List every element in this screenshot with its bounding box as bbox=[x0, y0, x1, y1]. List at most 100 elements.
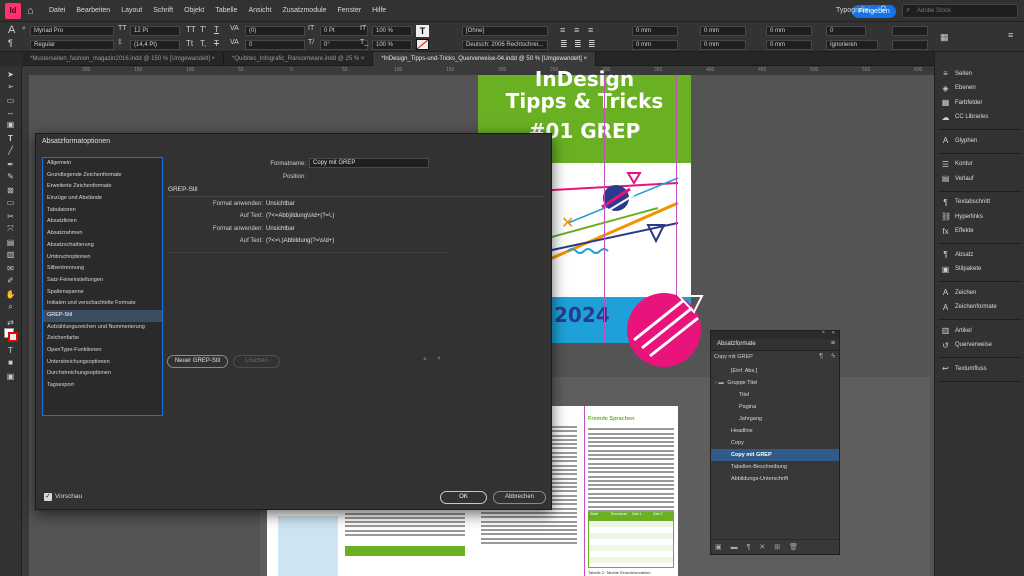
text-fill-icon[interactable]: T bbox=[416, 25, 429, 37]
panel-kontur[interactable]: ☰ Kontur bbox=[941, 160, 973, 169]
align-center-icon[interactable]: ≡ bbox=[574, 25, 579, 35]
content-collector-icon[interactable]: ▣ bbox=[3, 120, 18, 130]
paragraph-style-item[interactable]: Headline bbox=[711, 425, 839, 437]
category-item[interactable]: Aufzählungszeichen und Nummerierung bbox=[43, 322, 162, 334]
workspace-switcher[interactable]: Typografie ⌄ bbox=[836, 6, 877, 14]
gradient-tool-icon[interactable]: ▤ bbox=[3, 238, 18, 248]
preview-checkbox[interactable]: ✓ bbox=[44, 493, 52, 501]
type-tool-icon[interactable]: T bbox=[3, 134, 18, 144]
clear-icon[interactable]: ✕ bbox=[759, 543, 765, 551]
panel-absatz[interactable]: ¶ Absatz bbox=[941, 250, 973, 259]
strikethrough-icon[interactable]: T bbox=[214, 39, 219, 48]
cancel-button[interactable]: Abbrechen bbox=[493, 491, 546, 504]
category-item[interactable]: Tagsexport bbox=[43, 380, 162, 392]
stroke-swatch-icon[interactable] bbox=[8, 332, 18, 342]
justify-center-icon[interactable]: ≣ bbox=[574, 39, 582, 50]
font-style-field[interactable]: Regular bbox=[30, 40, 114, 50]
columns-field[interactable] bbox=[892, 26, 928, 36]
align-left-icon[interactable]: ≡ bbox=[560, 25, 565, 35]
all-caps-icon[interactable]: TT bbox=[186, 25, 196, 34]
note-tool-icon[interactable]: ✉ bbox=[3, 264, 18, 274]
subscript-icon[interactable]: T, bbox=[200, 39, 206, 48]
rectangle-frame-tool-icon[interactable]: ⊠ bbox=[3, 186, 18, 196]
collapse-icon[interactable]: « bbox=[832, 330, 835, 336]
scissors-tool-icon[interactable]: ✂ bbox=[3, 212, 18, 222]
space-after-field[interactable]: 0 mm bbox=[766, 40, 812, 50]
align-right-icon[interactable]: ≡ bbox=[588, 25, 593, 35]
on-text-value[interactable]: (?<=\.)Abbildung(?=\s\d+) bbox=[266, 238, 334, 244]
panel-title[interactable]: Absatzformate bbox=[717, 341, 756, 347]
superscript-icon[interactable]: T' bbox=[200, 25, 206, 34]
on-text-value[interactable]: (?<=Abb)ildung\s\d+(?=\.) bbox=[266, 213, 334, 219]
gap-tool-icon[interactable]: ↔ bbox=[3, 108, 18, 118]
lightning-icon[interactable]: ϟ bbox=[831, 353, 835, 360]
category-item[interactable]: Silbentrennung bbox=[43, 263, 162, 275]
text-stroke-icon[interactable] bbox=[416, 39, 429, 50]
swap-colors-icon[interactable]: ⇄ bbox=[3, 318, 18, 328]
close-tab-icon[interactable]: × bbox=[359, 56, 365, 62]
panel-stilpakete[interactable]: ▣ Stilpakete bbox=[941, 265, 982, 274]
menu-item-layout[interactable]: Layout bbox=[121, 7, 142, 14]
search-input[interactable]: Adobe Stock bbox=[902, 4, 1018, 18]
paragraph-style-item[interactable]: Jahrgang bbox=[711, 413, 839, 425]
line-tool-icon[interactable]: ╱ bbox=[3, 146, 18, 156]
last-line-indent-field[interactable]: 0 mm bbox=[700, 40, 746, 50]
document-tab[interactable]: *InDesign_Tipps-und-Tricks_Querverweise-… bbox=[373, 52, 596, 66]
category-item[interactable]: Durchstreichungsoptionen bbox=[43, 368, 162, 380]
paragraph-style-item[interactable]: [Einf. Abs.] bbox=[711, 365, 839, 377]
category-item[interactable]: Grundlegende Zeichenformate bbox=[43, 170, 162, 182]
free-transform-tool-icon[interactable]: ⤧ bbox=[3, 224, 18, 234]
close-tab-icon[interactable]: × bbox=[210, 56, 216, 62]
category-item[interactable]: GREP-Stil bbox=[43, 309, 162, 322]
document-tab[interactable]: *Quibitec_Infografic_Ransomware.indd @ 2… bbox=[224, 52, 374, 66]
panel-effekte[interactable]: fx Effekte bbox=[941, 227, 973, 236]
left-indent-field[interactable]: 0 mm bbox=[632, 26, 678, 36]
gradient-feather-tool-icon[interactable]: ▥ bbox=[3, 250, 18, 260]
grep-style-entry[interactable]: Format anwenden: Unsichtbar Auf Text: (?… bbox=[168, 226, 450, 250]
panel-titlebar[interactable]: « × bbox=[711, 330, 839, 339]
apply-format-value[interactable]: Unsichtbar bbox=[266, 201, 295, 207]
delete-button[interactable]: Löschen bbox=[233, 355, 280, 368]
menu-item-tabelle[interactable]: Tabelle bbox=[215, 7, 237, 14]
vertical-scale-field[interactable]: 100 % bbox=[372, 26, 412, 36]
leading-field[interactable]: (14,4 Pt) bbox=[130, 40, 180, 50]
font-family-field[interactable]: Myriad Pro bbox=[30, 26, 114, 36]
tracking-field[interactable]: 0 bbox=[245, 40, 305, 50]
paragraph-style-item[interactable]: Pagina bbox=[711, 401, 839, 413]
grid-align-icon[interactable]: ▦ bbox=[940, 32, 949, 43]
home-icon[interactable]: ⌂ bbox=[27, 5, 39, 17]
character-style-field[interactable]: [Ohne] bbox=[462, 26, 548, 36]
category-item[interactable]: Unterstreichungsoptionen bbox=[43, 357, 162, 369]
format-name-input[interactable]: Copy mit GREP bbox=[309, 158, 429, 168]
hand-tool-icon[interactable]: ✋ bbox=[3, 290, 18, 300]
span-field[interactable] bbox=[892, 40, 928, 50]
panel-artikel[interactable]: ▥ Artikel bbox=[941, 326, 972, 335]
character-mode-icon[interactable]: A bbox=[8, 24, 15, 36]
category-item[interactable]: Satz-Feineinstellungen bbox=[43, 275, 162, 287]
category-item[interactable]: Allgemein bbox=[43, 158, 162, 170]
close-tab-icon[interactable]: × bbox=[582, 56, 587, 62]
font-size-field[interactable]: 12 Pt bbox=[130, 26, 180, 36]
paragraph-style-item[interactable]: Tabellen-Beschreibung bbox=[711, 461, 839, 473]
menu-item-hilfe[interactable]: Hilfe bbox=[372, 7, 386, 14]
panel-glyphen[interactable]: A Glyphen bbox=[941, 136, 978, 145]
apply-color-icon[interactable]: ■ bbox=[3, 358, 18, 368]
category-item[interactable]: Absatzlinien bbox=[43, 216, 162, 228]
apply-format-value[interactable]: Unsichtbar bbox=[266, 226, 295, 232]
panel-zeichen[interactable]: A Zeichen bbox=[941, 288, 977, 297]
language-field[interactable]: Deutsch: 2006 Rechtschrei... bbox=[462, 40, 548, 50]
paragraph-style-item[interactable]: Titel bbox=[711, 389, 839, 401]
justify-left-icon[interactable]: ≣ bbox=[560, 39, 568, 50]
panel-menu-icon[interactable]: ≡ bbox=[1008, 30, 1013, 40]
category-item[interactable]: OpenType-Funktionen bbox=[43, 345, 162, 357]
arrange-icon[interactable]: ⚲ bbox=[880, 4, 887, 15]
direct-selection-tool-icon[interactable]: ➢ bbox=[3, 82, 18, 92]
panel-farbfelder[interactable]: ▦ Farbfelder bbox=[941, 98, 983, 107]
close-icon[interactable]: × bbox=[821, 330, 825, 336]
right-indent-field[interactable]: 0 mm bbox=[700, 26, 746, 36]
new-grep-style-button[interactable]: Neuer GREP-Stil bbox=[167, 355, 228, 368]
delete-icon[interactable]: 🗑 bbox=[789, 543, 798, 551]
category-item[interactable]: Erweiterte Zeichenformate bbox=[43, 181, 162, 193]
page-tool-icon[interactable]: ▭ bbox=[3, 96, 18, 106]
paragraph-style-item[interactable]: Copy mit GREP bbox=[711, 449, 839, 461]
